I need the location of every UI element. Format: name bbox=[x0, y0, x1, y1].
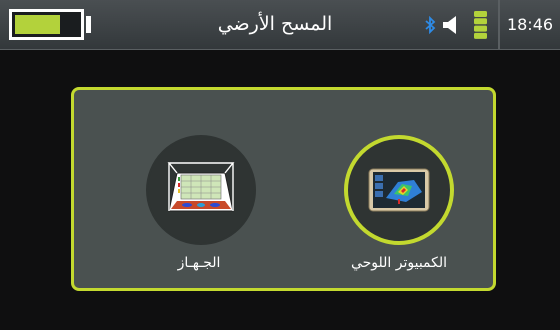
bluetooth-icon bbox=[425, 16, 436, 34]
battery-icon bbox=[9, 9, 84, 40]
page-title: المسح الأرضي bbox=[217, 13, 333, 35]
clock: 18:46 bbox=[498, 0, 560, 49]
device-scan-icon bbox=[167, 162, 235, 212]
tablet-icon-circle bbox=[344, 135, 454, 245]
mode-selection-panel: الجـهـاز الكمبيوتر اللوحي bbox=[71, 87, 496, 291]
device-mode-button[interactable]: الجـهـاز bbox=[109, 135, 289, 305]
device-icon-circle bbox=[146, 135, 256, 245]
tablet-mode-label: الكمبيوتر اللوحي bbox=[350, 255, 448, 271]
status-bar: المسح الأرضي 18:46 bbox=[0, 0, 560, 50]
tablet-mode-button[interactable]: الكمبيوتر اللوحي bbox=[332, 135, 512, 305]
status-icons bbox=[424, 10, 494, 40]
tablet-3d-icon bbox=[368, 168, 430, 212]
battery-tip bbox=[86, 16, 91, 33]
signal-icon bbox=[474, 11, 487, 39]
battery-level-fill bbox=[15, 15, 60, 34]
speaker-icon bbox=[443, 16, 456, 34]
device-mode-label: الجـهـاز bbox=[177, 255, 221, 271]
